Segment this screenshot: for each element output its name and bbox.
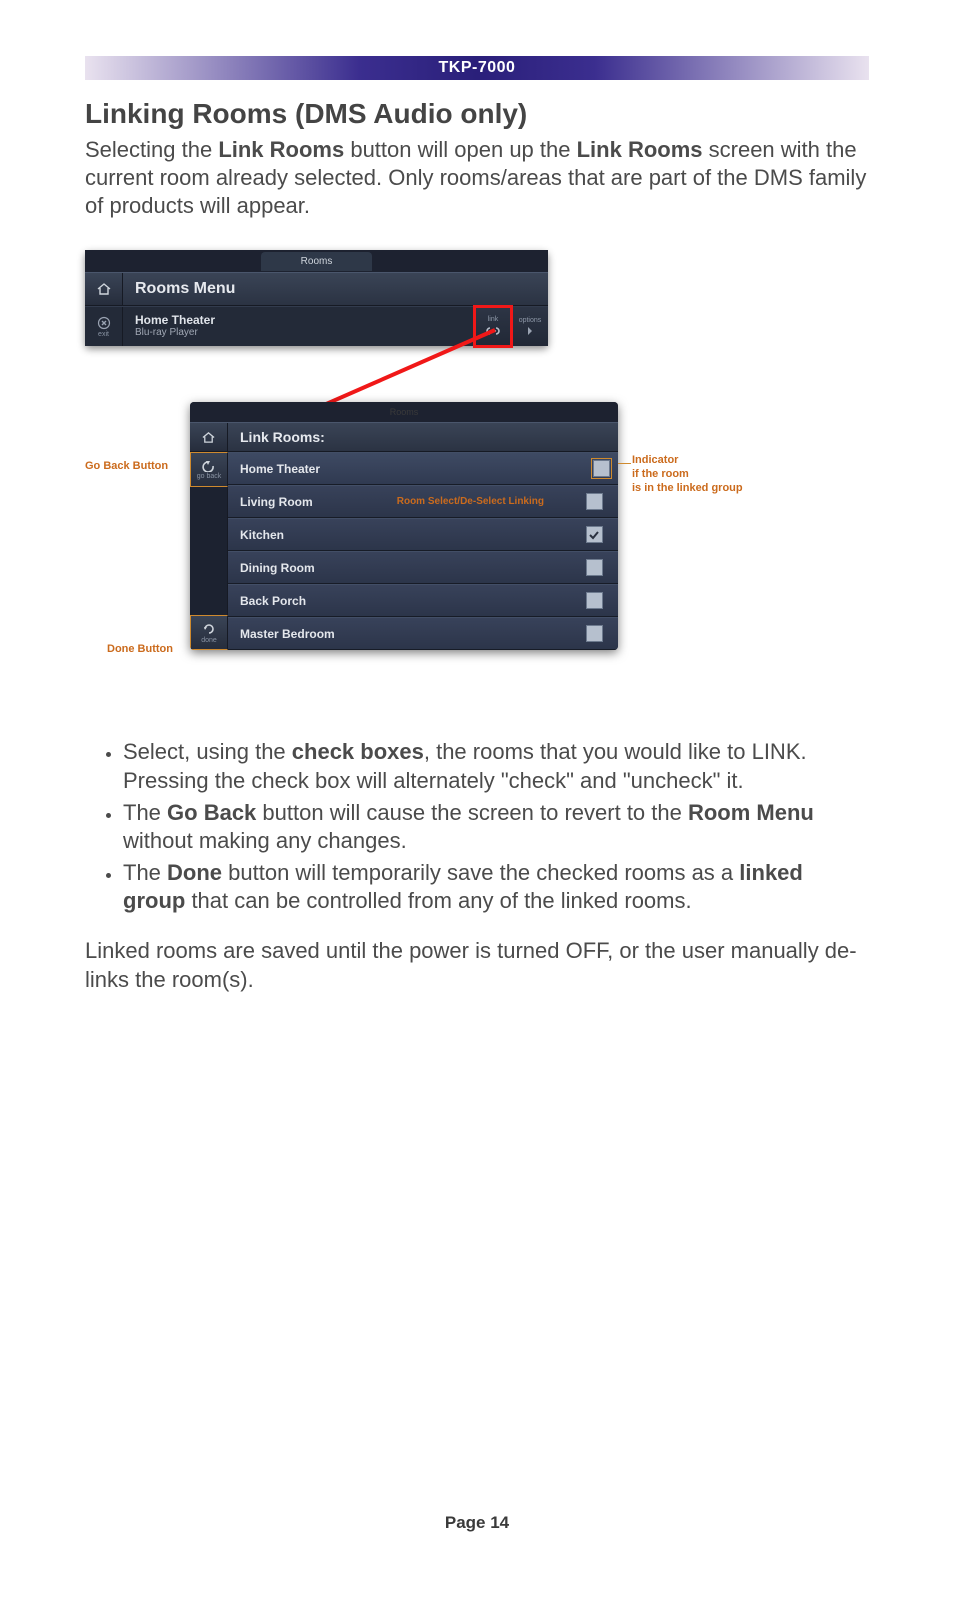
indicator-line2: if the room [632, 468, 689, 480]
bullet-2: The Go Back button will cause the screen… [123, 799, 869, 855]
model-banner: TKP-7000 [85, 56, 869, 80]
refresh-icon [202, 622, 216, 636]
bullet-1: Select, using the check boxes, the rooms… [123, 738, 869, 794]
room-row-living-room[interactable]: Living Room Room Select/De-Select Linkin… [228, 485, 618, 518]
room-name: Kitchen [228, 528, 584, 542]
link-rooms-button[interactable]: link [474, 307, 511, 346]
intro-bold-1: Link Rooms [218, 137, 344, 162]
room-row-dining-room[interactable]: Dining Room [228, 551, 618, 584]
rooms-menu-title: Rooms Menu [123, 280, 548, 298]
bullet-text: Select, using the [123, 739, 292, 764]
current-room-name: Home Theater [135, 313, 474, 327]
go-back-button[interactable]: go back [190, 452, 228, 487]
link-icon [485, 325, 501, 337]
room-checkbox[interactable] [586, 559, 603, 576]
link-rooms-title: Link Rooms: [228, 429, 618, 445]
room-checkbox[interactable] [586, 526, 603, 543]
instruction-list: Select, using the check boxes, the rooms… [99, 738, 869, 915]
indicator-callout: Indicator if the room is in the linked g… [632, 454, 852, 495]
room-checkbox[interactable] [593, 460, 610, 477]
intro-paragraph: Selecting the Link Rooms button will ope… [85, 136, 869, 220]
home-button[interactable] [85, 273, 123, 305]
tab-row: Rooms [85, 250, 548, 272]
indicator-checkbox-highlight [591, 458, 612, 479]
exit-label: exit [98, 331, 109, 338]
rooms-menu-panel: Rooms Rooms Menu exit Home Theater Blu-r… [85, 250, 548, 346]
rooms-menu-header: Rooms Menu [85, 272, 548, 306]
indicator-connector-line [618, 463, 631, 464]
intro-text: button will open up the [344, 137, 576, 162]
room-name: Living Room [228, 495, 397, 509]
page-footer: Page 14 [0, 1513, 954, 1533]
indicator-line1: Indicator [632, 454, 678, 466]
link-small-label: link [488, 316, 499, 323]
room-checkbox[interactable] [586, 592, 603, 609]
room-row-back-porch[interactable]: Back Porch [228, 584, 618, 617]
indicator-line3: is in the linked group [632, 482, 743, 494]
room-row-kitchen[interactable]: Kitchen [228, 518, 618, 551]
room-checkbox[interactable] [586, 493, 603, 510]
current-source-name: Blu-ray Player [135, 327, 474, 338]
house-icon [96, 282, 112, 296]
done-button[interactable]: done [190, 615, 228, 650]
section-heading: Linking Rooms (DMS Audio only) [85, 98, 869, 130]
figure-area: Rooms Rooms Menu exit Home Theater Blu-r… [85, 250, 869, 710]
back-arrow-icon [202, 460, 216, 472]
bullet-text: The [123, 800, 167, 825]
go-back-callout: Go Back Button [85, 460, 168, 472]
bullet-text: button will cause the screen to revert t… [256, 800, 688, 825]
bullet-3: The Done button will temporarily save th… [123, 859, 869, 915]
room-name: Home Theater [228, 462, 584, 476]
current-room-row: exit Home Theater Blu-ray Player link op… [85, 306, 548, 346]
options-button[interactable]: options [511, 307, 548, 346]
check-icon [588, 529, 600, 541]
home-button-2[interactable] [190, 423, 228, 451]
exit-button[interactable]: exit [85, 307, 123, 346]
room-row-home-theater[interactable]: Home Theater [228, 452, 618, 485]
room-select-callout: Room Select/De-Select Linking [397, 496, 544, 507]
link-rooms-panel: Rooms Link Rooms: go back done [190, 402, 618, 650]
house-icon [201, 431, 216, 444]
current-room-text: Home Theater Blu-ray Player [123, 307, 474, 346]
go-back-label-text: go back [197, 473, 222, 480]
bullet-text: button will temporarily save the checked… [222, 860, 739, 885]
link-rooms-header-row: Link Rooms: [190, 422, 618, 452]
rooms-tab[interactable]: Rooms [261, 252, 373, 271]
bullet-text: The [123, 860, 167, 885]
room-row-master-bedroom[interactable]: Master Bedroom [228, 617, 618, 650]
room-checkbox[interactable] [586, 625, 603, 642]
room-name: Dining Room [228, 561, 584, 575]
close-icon [97, 316, 111, 330]
options-small-label: options [519, 317, 542, 324]
bullet-text: that can be controlled from any of the l… [185, 888, 691, 913]
done-callout: Done Button [107, 643, 173, 655]
bullet-bold: Room Menu [688, 800, 814, 825]
intro-bold-2: Link Rooms [577, 137, 703, 162]
room-name: Back Porch [228, 594, 584, 608]
page-content: TKP-7000 Linking Rooms (DMS Audio only) … [0, 0, 954, 994]
bullet-bold: Go Back [167, 800, 256, 825]
bullet-bold: check boxes [292, 739, 424, 764]
chevron-right-icon [526, 326, 534, 336]
bullet-text: without making any changes. [123, 828, 407, 853]
closing-paragraph: Linked rooms are saved until the power i… [85, 937, 869, 993]
bullet-bold: Done [167, 860, 222, 885]
intro-text: Selecting the [85, 137, 218, 162]
room-name: Master Bedroom [228, 627, 584, 641]
rooms-tab-2[interactable]: Rooms [358, 404, 451, 420]
done-label-text: done [201, 637, 217, 644]
